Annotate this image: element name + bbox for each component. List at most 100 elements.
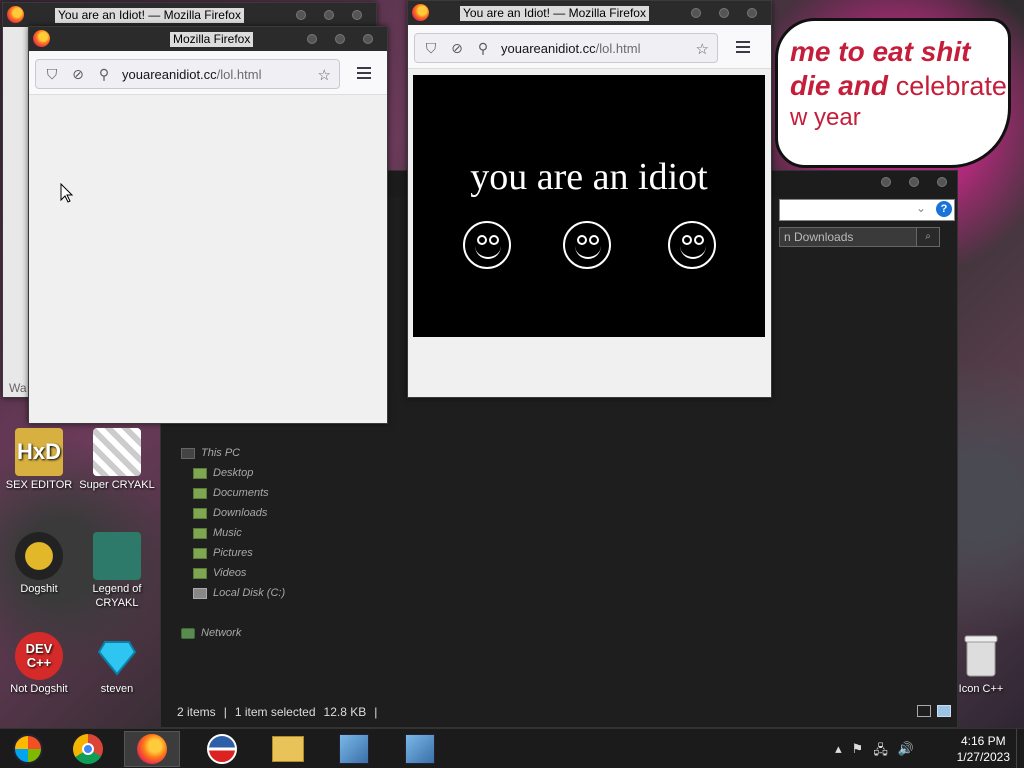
search-icon[interactable]: ⌕ <box>916 227 940 247</box>
maximize-button[interactable] <box>719 8 729 18</box>
action-center-flag-icon[interactable]: ⚑ <box>852 741 864 763</box>
help-icon[interactable]: ? <box>936 201 952 217</box>
taskbar-setup-2[interactable] <box>392 731 448 767</box>
show-desktop-button[interactable] <box>1016 729 1024 768</box>
nav-item-pictures[interactable]: Pictures <box>181 543 381 563</box>
desktop-icon-dogshit[interactable]: Dogshit <box>0 532 78 596</box>
nav-item-network[interactable]: Network <box>181 623 381 643</box>
start-orb-icon <box>13 734 43 764</box>
shield-icon[interactable]: ⛉ <box>44 66 60 83</box>
nav-item-local-disk[interactable]: Local Disk (C:) <box>181 583 381 603</box>
menu-icon[interactable] <box>357 67 371 82</box>
disc-icon <box>15 532 63 580</box>
shield-icon[interactable]: ⛉ <box>423 40 439 57</box>
desktop-icon-steven[interactable]: steven <box>78 632 156 696</box>
window-controls[interactable] <box>296 10 362 20</box>
desktop-icon-sex-editor[interactable]: HxD SEX EDITOR <box>0 428 78 492</box>
tracking-lock-icon[interactable]: ⊘ <box>70 66 86 83</box>
status-bar: 2 items | 1 item selected 12.8 KB | <box>177 705 378 719</box>
hex-editor-icon: HxD <box>15 428 63 476</box>
large-icons-view-icon[interactable] <box>937 705 951 717</box>
url-bar[interactable]: ⛉ ⊘ ⚲ youareanidiot.cc/lol.html ☆ <box>414 33 718 63</box>
selection-size: 12.8 KB <box>323 705 367 719</box>
permissions-icon[interactable]: ⚲ <box>96 66 112 83</box>
maximize-button[interactable] <box>909 177 919 187</box>
nav-item-documents[interactable]: Documents <box>181 483 381 503</box>
close-button[interactable] <box>363 34 373 44</box>
browser-toolbar: ⛉ ⊘ ⚲ youareanidiot.cc/lol.html ☆ <box>29 51 387 95</box>
nav-item-videos[interactable]: Videos <box>181 563 381 583</box>
window-controls[interactable] <box>691 8 757 18</box>
firefox-logo-icon <box>33 30 50 47</box>
permissions-icon[interactable]: ⚲ <box>475 40 491 57</box>
bookmark-star-icon[interactable]: ☆ <box>318 66 331 84</box>
menu-icon[interactable] <box>736 41 750 56</box>
firefox-window-left[interactable]: Mozilla Firefox ⛉ ⊘ ⚲ youareanidiot.cc/l… <box>28 26 388 424</box>
url-path: /lol.html <box>595 40 641 56</box>
window-title: You are an Idiot! — Mozilla Firefox <box>460 6 649 21</box>
window-controls[interactable] <box>307 34 373 44</box>
taskbar-explorer[interactable] <box>260 731 316 767</box>
desktop-icon-not-dogshit[interactable]: DEV C++ Not Dogshit <box>0 632 78 696</box>
smiley-icon <box>563 221 611 269</box>
titlebar[interactable]: You are an Idiot! — Mozilla Firefox <box>408 1 771 25</box>
bookmark-star-icon[interactable]: ☆ <box>696 40 709 58</box>
disk-icon <box>193 587 207 599</box>
close-button[interactable] <box>937 177 947 187</box>
nav-item-downloads[interactable]: Downloads <box>181 503 381 523</box>
nav-item-desktop[interactable]: Desktop <box>181 463 381 483</box>
recycle-bin-icon <box>957 632 1005 680</box>
close-button[interactable] <box>747 8 757 18</box>
chevron-down-icon[interactable]: ⌄ <box>916 201 926 215</box>
browser-toolbar: ⛉ ⊘ ⚲ youareanidiot.cc/lol.html ☆ <box>408 25 771 69</box>
folder-icon <box>193 467 207 479</box>
idiot-text: you are an idiot <box>470 156 708 198</box>
banner-line-3: w year <box>790 104 861 131</box>
url-bar[interactable]: ⛉ ⊘ ⚲ youareanidiot.cc/lol.html ☆ <box>35 59 340 89</box>
maximize-button[interactable] <box>335 34 345 44</box>
minimize-button[interactable] <box>307 34 317 44</box>
search-input[interactable]: n Downloads <box>779 227 939 247</box>
taskbar-firefox[interactable] <box>124 731 180 767</box>
folder-icon <box>193 507 207 519</box>
details-view-icon[interactable] <box>917 705 931 717</box>
minimize-button[interactable] <box>691 8 701 18</box>
desktop-icon-recycle-bin[interactable]: Icon C++ <box>942 632 1020 696</box>
taskbar-chrome[interactable] <box>60 731 116 767</box>
page-content[interactable]: you are an idiot <box>413 75 765 337</box>
taskbar-obama[interactable] <box>194 731 250 767</box>
clock[interactable]: 4:16 PM 1/27/2023 <box>957 733 1010 765</box>
view-toggle[interactable] <box>917 705 951 717</box>
folder-icon <box>193 547 207 559</box>
selection-info: 1 item selected <box>234 705 316 719</box>
smiley-icon <box>668 221 716 269</box>
address-bar[interactable] <box>779 199 955 221</box>
network-icon[interactable]: 🖧 <box>873 741 888 763</box>
tracking-lock-icon[interactable]: ⊘ <box>449 40 465 57</box>
smiley-icon <box>463 221 511 269</box>
firefox-window-right[interactable]: You are an Idiot! — Mozilla Firefox ⛉ ⊘ … <box>407 0 772 398</box>
minimize-button[interactable] <box>296 10 306 20</box>
firefox-icon <box>137 734 167 764</box>
volume-icon[interactable]: 🔊 <box>898 741 914 763</box>
maximize-button[interactable] <box>324 10 334 20</box>
titlebar[interactable]: You are an Idiot! — Mozilla Firefox <box>3 3 376 27</box>
folder-icon <box>193 487 207 499</box>
desktop-icon-super-cryakl[interactable]: Super CRYAKL <box>78 428 156 492</box>
nav-item-this-pc[interactable]: This PC <box>181 443 381 463</box>
banner-line-2: die and celebrate <box>790 70 1007 101</box>
chevron-up-icon[interactable]: ▴ <box>835 741 842 763</box>
minimize-button[interactable] <box>881 177 891 187</box>
obama-logo-icon <box>207 734 237 764</box>
titlebar[interactable]: Mozilla Firefox <box>29 27 387 51</box>
desktop-icon-legend-of-cryakl[interactable]: Legend of CRYAKL <box>78 532 156 610</box>
banner-line-1: me to eat shit <box>790 36 971 67</box>
window-controls[interactable] <box>881 177 947 187</box>
file-explorer-icon <box>272 736 304 762</box>
close-button[interactable] <box>352 10 362 20</box>
chrome-icon <box>73 734 103 764</box>
taskbar-setup-1[interactable] <box>326 731 382 767</box>
nav-item-music[interactable]: Music <box>181 523 381 543</box>
start-button[interactable] <box>0 731 56 767</box>
dev-cpp-icon: DEV C++ <box>15 632 63 680</box>
